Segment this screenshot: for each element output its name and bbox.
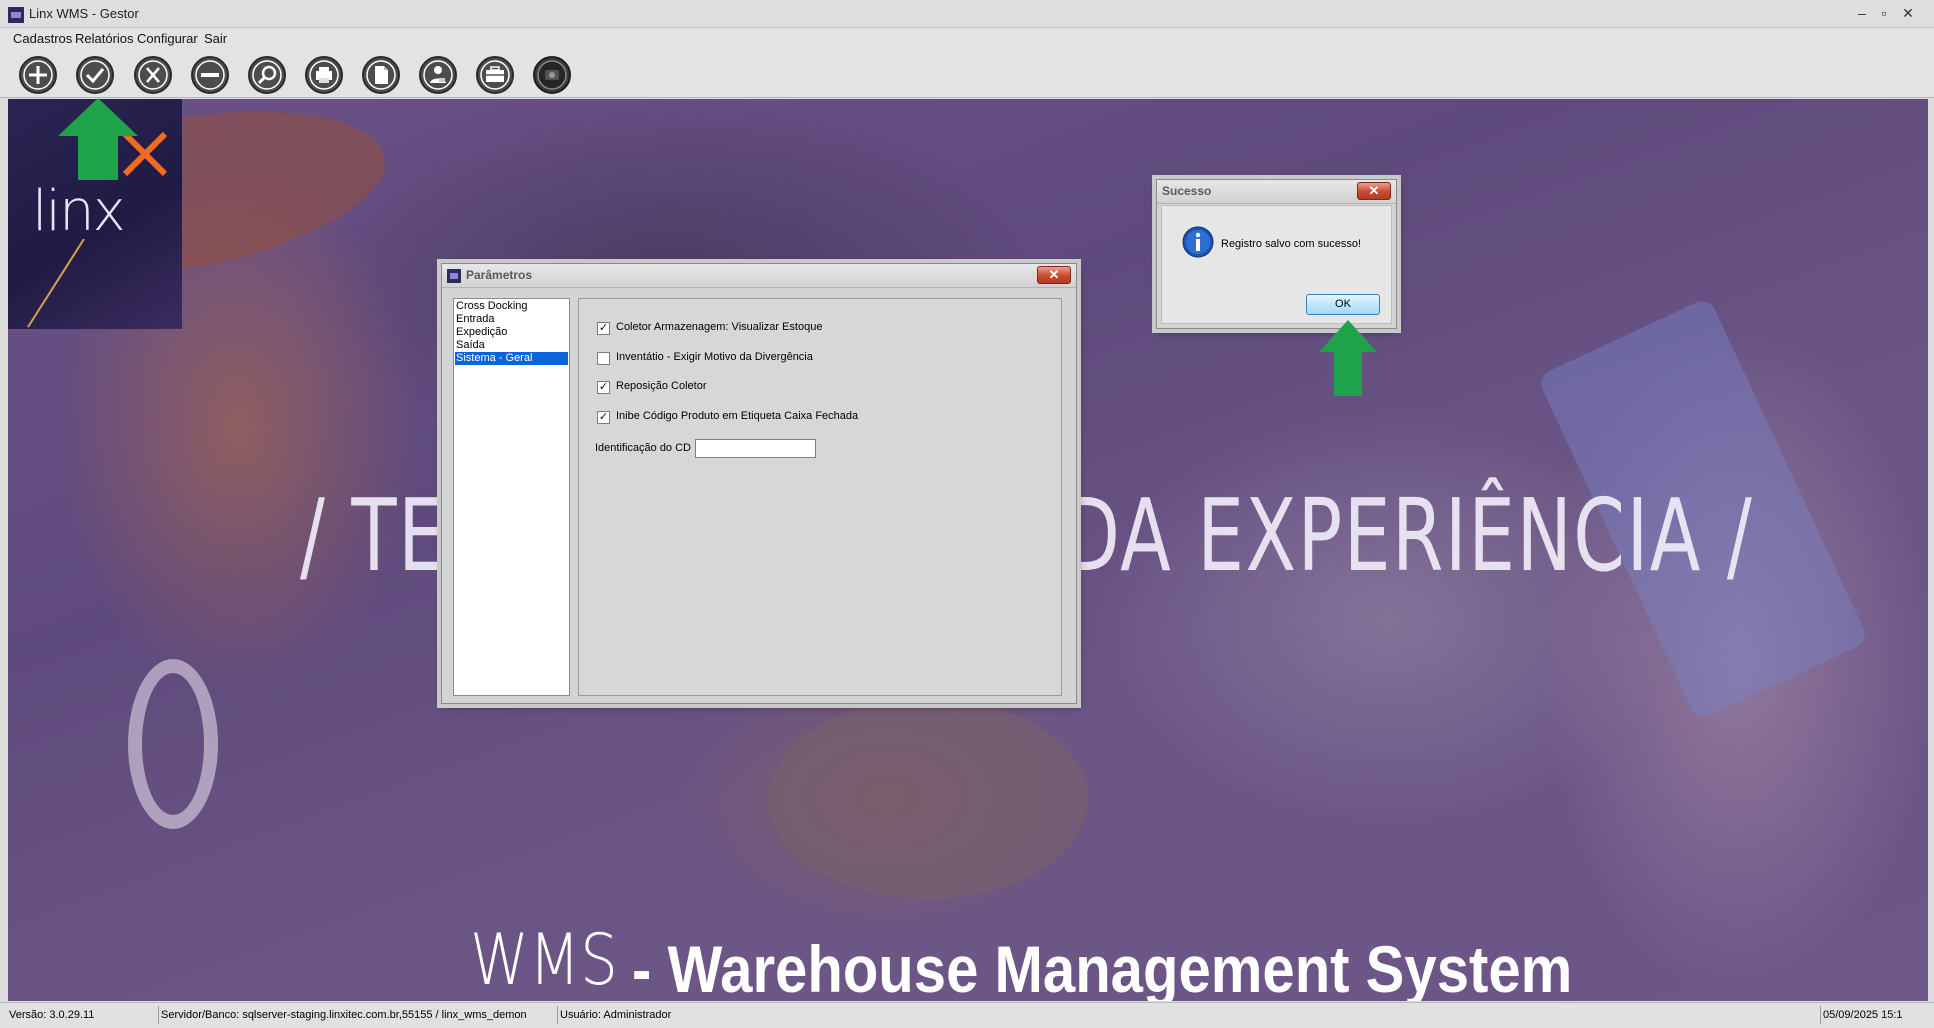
checkbox-coletor-armazenagem[interactable]: ✓	[597, 322, 610, 335]
document-button[interactable]	[360, 54, 402, 96]
logo-slash-icon	[27, 239, 85, 328]
menu-sair[interactable]: Sair	[204, 31, 227, 46]
linx-logo-text: linx	[32, 179, 126, 244]
user-icon	[419, 56, 457, 94]
category-saida[interactable]: Saída	[455, 339, 568, 352]
parametros-title: Parâmetros	[466, 268, 533, 282]
label-inventario-motivo: Inventátio - Exigir Motivo da Divergênci…	[616, 351, 813, 363]
cd-identification-input[interactable]	[695, 439, 816, 458]
slogan-left: / TE	[300, 477, 447, 594]
plus-icon	[19, 56, 57, 94]
dialog-app-icon	[447, 269, 461, 283]
user-button[interactable]	[417, 54, 459, 96]
save-button[interactable]	[74, 54, 116, 96]
printer-icon	[305, 56, 343, 94]
print-button[interactable]	[303, 54, 345, 96]
minus-icon	[191, 56, 229, 94]
maximize-button[interactable]: ▫	[1875, 4, 1893, 22]
category-list: Cross Docking Entrada Expedição Saída Si…	[453, 298, 570, 696]
parametros-titlebar: Parâmetros ✕	[442, 264, 1076, 288]
success-dialog: Sucesso ✕ Registro salvo com sucesso! OK	[1156, 179, 1397, 329]
label-inibe-codigo: Inibe Código Produto em Etiqueta Caixa F…	[616, 410, 859, 422]
minimize-button[interactable]: –	[1853, 4, 1871, 22]
briefcase-button[interactable]	[474, 54, 516, 96]
slogan-right: DA EXPERIÊNCIA /	[1063, 477, 1754, 594]
menu-cadastros[interactable]: Cadastros	[13, 31, 72, 46]
status-version: Versão: 3.0.29.11	[9, 1009, 95, 1021]
options-panel: ✓ Coletor Armazenagem: Visualizar Estoqu…	[578, 298, 1062, 696]
guide-arrow-up-ok-icon	[1319, 320, 1377, 396]
success-title: Sucesso	[1162, 184, 1212, 198]
category-sistema-geral[interactable]: Sistema - Geral	[455, 352, 568, 365]
checkbox-inventario-motivo[interactable]	[597, 352, 610, 365]
add-button[interactable]	[17, 54, 59, 96]
cup-shape	[768, 699, 1088, 899]
menu-configurar[interactable]: Configurar	[137, 31, 198, 46]
menu-relatorios[interactable]: Relatórios	[75, 31, 134, 46]
info-icon	[1182, 226, 1214, 258]
search-button[interactable]	[246, 54, 288, 96]
parametros-close-button[interactable]: ✕	[1037, 266, 1071, 284]
success-close-button[interactable]: ✕	[1357, 182, 1391, 200]
cancel-button[interactable]	[132, 54, 174, 96]
wms-tagline: - Warehouse Management System	[632, 932, 1573, 1001]
menubar: Cadastros Relatórios Configurar Sair	[0, 28, 1934, 50]
status-server: Servidor/Banco: sqlserver-staging.linxit…	[158, 1006, 557, 1024]
document-icon	[362, 56, 400, 94]
camera-button[interactable]	[531, 54, 573, 96]
success-titlebar: Sucesso ✕	[1157, 180, 1396, 204]
search-icon	[248, 56, 286, 94]
label-coletor-armazenagem: Coletor Armazenagem: Visualizar Estoque	[616, 321, 823, 333]
camera-icon	[533, 56, 571, 94]
app-icon	[8, 7, 24, 23]
briefcase-icon	[476, 56, 514, 94]
toolbar	[0, 50, 1934, 98]
checkbox-reposicao-coletor[interactable]: ✓	[597, 381, 610, 394]
ok-button[interactable]: OK	[1306, 294, 1380, 315]
window-titlebar: Linx WMS - Gestor – ▫ ✕	[0, 0, 1934, 28]
window-title: Linx WMS - Gestor	[29, 6, 139, 21]
checkbox-inibe-codigo[interactable]: ✓	[597, 411, 610, 424]
x-icon	[134, 56, 172, 94]
success-body: Registro salvo com sucesso! OK	[1161, 205, 1392, 324]
status-datetime: 05/09/2025 15:1	[1820, 1006, 1930, 1024]
category-expedicao[interactable]: Expedição	[455, 326, 568, 339]
success-message: Registro salvo com sucesso!	[1221, 238, 1361, 250]
cd-identification-label: Identificação do CD	[595, 442, 691, 454]
check-icon	[76, 56, 114, 94]
delete-button[interactable]	[189, 54, 231, 96]
label-reposicao-coletor: Reposição Coletor	[616, 380, 707, 392]
statusbar: Versão: 3.0.29.11 Servidor/Banco: sqlser…	[0, 1002, 1934, 1028]
category-entrada[interactable]: Entrada	[455, 313, 568, 326]
window-close-button[interactable]: ✕	[1899, 4, 1917, 22]
wms-logo: WMS	[470, 919, 618, 1001]
parametros-dialog: Parâmetros ✕ Cross Docking Entrada Exped…	[441, 263, 1077, 704]
status-user: Usuário: Administrador	[557, 1006, 757, 1024]
category-cross-docking[interactable]: Cross Docking	[455, 300, 568, 313]
glasses-shape	[128, 659, 218, 829]
guide-arrow-up-icon	[58, 98, 138, 180]
